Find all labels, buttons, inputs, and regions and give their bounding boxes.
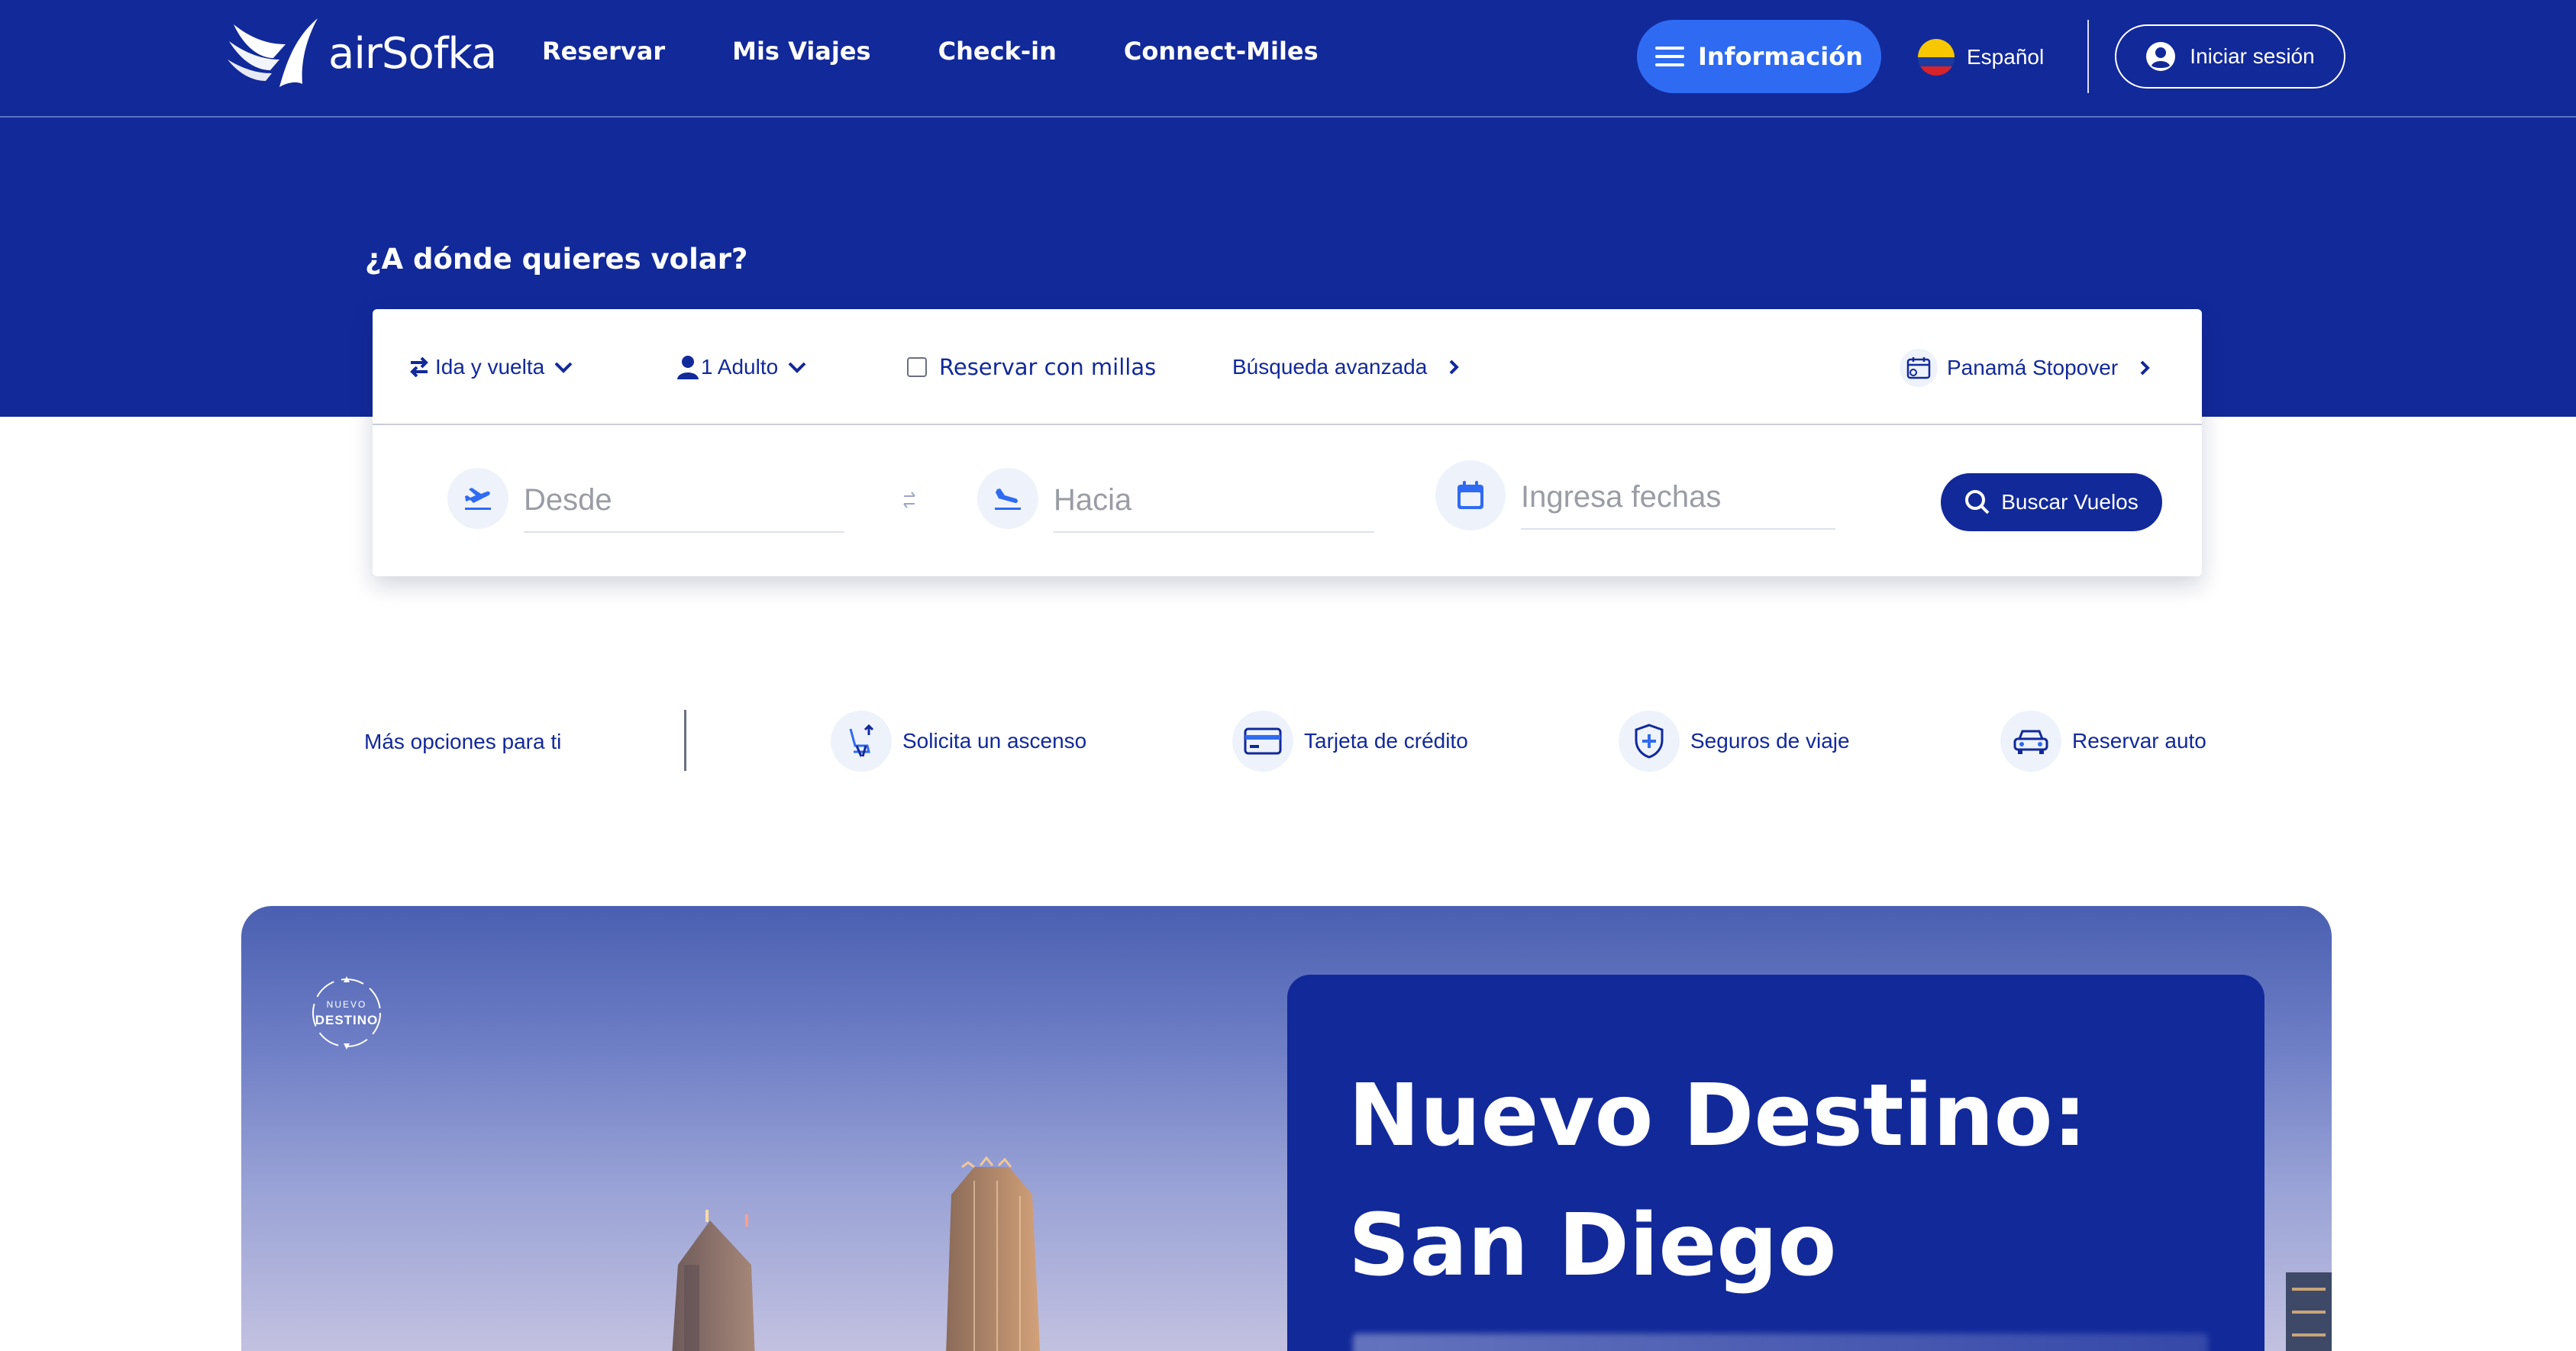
flight-search-card: Ida y vuelta 1 Adulto Reservar con milla… [373,309,2202,576]
main-nav: Reservar Mis Viajes Check-in Connect-Mil… [542,37,1386,66]
takeoff-icon [447,468,508,529]
dates-field [1435,460,1835,530]
logo-text: airSofka [328,28,497,79]
chevron-right-icon [1449,360,1460,375]
badge-top-text: NUEVO [326,999,367,1010]
miles-checkbox-row[interactable]: Reservar con millas [907,352,1156,382]
chevron-down-icon [554,362,573,373]
hero-title-line2: San Diego [1348,1196,1837,1295]
calendar-icon [1435,460,1506,530]
advanced-search-label: Búsqueda avanzada [1232,355,1428,379]
brand-logo[interactable]: airSofka [226,14,497,93]
passengers-label: 1 Adulto [701,355,779,379]
more-options-label: Más opciones para ti [364,730,562,753]
informacion-button[interactable]: Información [1637,20,1881,93]
origin-field [447,464,844,533]
nav-connect-miles[interactable]: Connect-Miles [1124,37,1319,66]
search-icon [1965,490,1990,514]
hero-title-line1: Nuevo Destino: [1348,1066,2087,1166]
search-flights-button[interactable]: Buscar Vuelos [1941,473,2162,531]
dates-input[interactable] [1521,461,1835,530]
hamburger-menu-icon [1654,47,1684,66]
hero-title: Nuevo Destino: San Diego [1348,1051,2226,1311]
credit-card-option[interactable]: Tarjeta de crédito [1232,710,1468,772]
informacion-label: Información [1697,42,1863,71]
passengers-dropdown[interactable]: 1 Adulto [676,352,809,382]
language-label: Español [1967,45,2045,69]
login-button[interactable]: Iniciar sesión [2115,24,2345,89]
origin-input[interactable] [524,464,844,533]
more-options-divider [684,710,686,771]
wing-logo-icon [228,18,318,87]
hero-text-panel: Nuevo Destino: San Diego [1287,975,2264,1351]
panama-stopover-link[interactable]: Panamá Stopover [1900,347,2153,389]
credit-card-icon [1232,711,1293,772]
travel-insurance-option[interactable]: Seguros de viaje [1619,710,1850,772]
nuevo-destino-badge: NUEVO DESTINO [308,975,385,1051]
car-rental-option[interactable]: Reservar auto [2000,710,2206,772]
calendar-plane-icon [1900,349,1938,387]
language-selector[interactable]: Español [1918,37,2044,78]
chevron-down-icon [788,362,806,373]
swap-arrows-icon [410,356,428,378]
seat-upgrade-icon [831,711,892,772]
destination-field [977,464,1374,533]
login-label: Iniciar sesión [2190,44,2315,68]
car-rental-option-label: Reservar auto [2072,729,2206,753]
upgrade-option-label: Solicita un ascenso [902,729,1087,753]
trip-type-dropdown[interactable]: Ida y vuelta [408,352,575,382]
colombia-flag-icon [1918,39,1955,76]
hero-description-cutoff [1353,1333,2208,1351]
top-navbar: airSofka Reservar Mis Viajes Check-in Co… [0,0,2576,118]
panama-stopover-label: Panamá Stopover [1947,356,2119,379]
shield-plus-icon [1619,711,1680,772]
car-icon [2000,711,2061,772]
badge-bottom-text: DESTINO [315,1013,379,1027]
landing-icon [977,468,1038,529]
destination-input[interactable] [1054,464,1374,533]
travel-insurance-option-label: Seguros de viaje [1690,729,1850,753]
nav-check-in[interactable]: Check-in [938,37,1057,66]
nav-mis-viajes[interactable]: Mis Viajes [732,37,870,66]
chevron-right-icon [2140,360,2150,376]
promo-hero-banner[interactable]: NUEVO DESTINO Nuevo Destino: San Diego [241,906,2332,1351]
upgrade-option[interactable]: Solicita un ascenso [831,710,1086,772]
trip-type-label: Ida y vuelta [435,355,545,379]
nav-reservar[interactable]: Reservar [542,37,665,66]
swap-route-icon[interactable] [901,488,918,511]
search-heading: ¿A dónde quieres volar? [365,243,748,276]
header-divider [2087,20,2089,93]
miles-checkbox-label: Reservar con millas [939,354,1157,380]
search-flights-label: Buscar Vuelos [2001,490,2139,514]
user-circle-icon [2146,42,2176,71]
search-options-bar: Ida y vuelta 1 Adulto Reservar con milla… [373,309,2202,425]
credit-card-option-label: Tarjeta de crédito [1304,729,1468,753]
advanced-search-link[interactable]: Búsqueda avanzada [1232,352,1462,382]
miles-checkbox[interactable] [907,357,927,377]
page: airSofka Reservar Mis Viajes Check-in Co… [0,0,2576,1351]
person-icon [677,356,699,379]
